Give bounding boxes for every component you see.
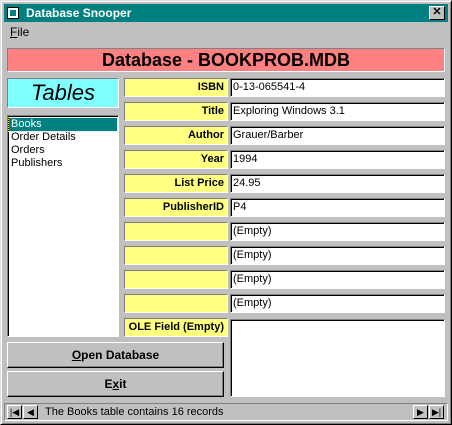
menu-file[interactable]: File	[10, 25, 29, 39]
field-value-empty-4[interactable]: (Empty)	[230, 294, 445, 313]
field-label-author: Author	[124, 126, 228, 145]
app-icon[interactable]	[7, 7, 19, 19]
last-record-icon[interactable]: ▶|	[429, 405, 444, 419]
tables-listbox[interactable]: Books Order Details Orders Publishers	[7, 115, 119, 337]
list-item-books[interactable]: Books	[8, 117, 118, 132]
menu-bar: File	[4, 23, 448, 41]
list-item-publishers[interactable]: Publishers	[9, 157, 117, 170]
field-value-author[interactable]: Grauer/Barber	[230, 126, 445, 145]
first-record-icon[interactable]: |◀	[7, 405, 22, 419]
list-item-orders[interactable]: Orders	[9, 144, 117, 157]
title-bar[interactable]: Database Snooper ✕	[4, 4, 448, 22]
field-label-title: Title	[124, 102, 228, 121]
field-value-empty-1[interactable]: (Empty)	[230, 222, 445, 241]
field-value-publisher-id[interactable]: P4	[230, 198, 445, 217]
exit-button[interactable]: Exit	[7, 371, 224, 397]
ole-field-box[interactable]	[230, 319, 445, 397]
database-banner: Database - BOOKPROB.MDB	[7, 48, 445, 72]
field-label-list-price: List Price	[124, 174, 228, 193]
field-label-empty-3	[124, 270, 228, 289]
field-label-empty-2	[124, 246, 228, 265]
tables-heading: Tables	[7, 78, 119, 108]
field-label-empty-4	[124, 294, 228, 313]
record-navigator: |◀ ◀ The Books table contains 16 records…	[4, 403, 448, 421]
ole-field-label: OLE Field (Empty)	[124, 318, 228, 337]
prev-record-icon[interactable]: ◀	[23, 405, 38, 419]
app-window: Database Snooper ✕ File Database - BOOKP…	[0, 0, 452, 425]
close-icon[interactable]: ✕	[429, 6, 445, 20]
status-text: The Books table contains 16 records	[45, 406, 224, 418]
field-value-isbn[interactable]: 0-13-065541-4	[230, 78, 445, 97]
next-record-icon[interactable]: ▶	[413, 405, 428, 419]
field-label-empty-1	[124, 222, 228, 241]
field-label-isbn: ISBN	[124, 78, 228, 97]
field-value-year[interactable]: 1994	[230, 150, 445, 169]
field-label-publisher-id: PublisherID	[124, 198, 228, 217]
window-title: Database Snooper	[26, 6, 132, 20]
list-item-order-details[interactable]: Order Details	[9, 131, 117, 144]
field-value-empty-3[interactable]: (Empty)	[230, 270, 445, 289]
field-label-year: Year	[124, 150, 228, 169]
field-value-title[interactable]: Exploring Windows 3.1	[230, 102, 445, 121]
field-value-list-price[interactable]: 24.95	[230, 174, 445, 193]
field-value-empty-2[interactable]: (Empty)	[230, 246, 445, 265]
open-database-button[interactable]: Open Database	[7, 342, 224, 368]
